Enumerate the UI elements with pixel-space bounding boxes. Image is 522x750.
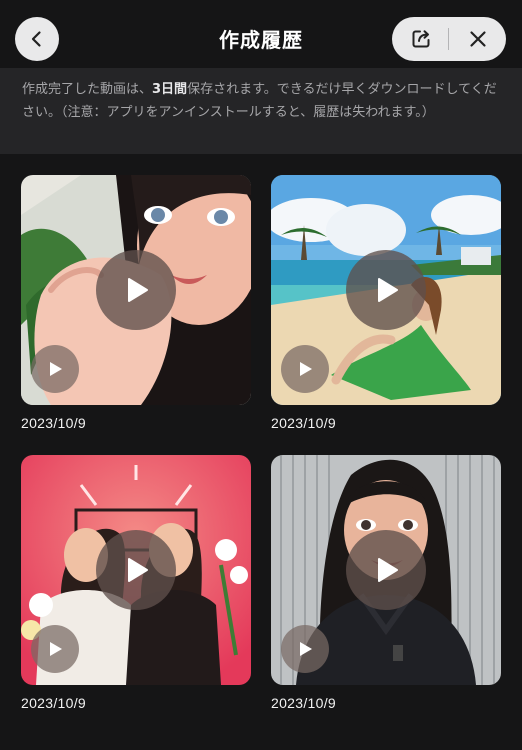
play-icon: [378, 558, 398, 582]
video-thumbnail[interactable]: [21, 455, 251, 685]
preview-play-button[interactable]: [31, 345, 79, 393]
play-icon: [50, 362, 62, 376]
notice-text-prefix: 作成完了した動画は、: [22, 82, 153, 97]
play-button[interactable]: [346, 250, 426, 330]
history-card: 2023/10/9: [271, 455, 501, 711]
play-icon: [128, 558, 148, 582]
play-icon: [50, 642, 62, 656]
preview-play-button[interactable]: [281, 625, 329, 673]
video-thumbnail[interactable]: [271, 175, 501, 405]
notice-highlight: 3日間: [152, 82, 188, 97]
preview-play-button[interactable]: [31, 625, 79, 673]
history-card: 2023/10/9: [21, 175, 251, 431]
video-thumbnail[interactable]: [21, 175, 251, 405]
close-icon: [469, 31, 486, 47]
history-card: 2023/10/9: [21, 455, 251, 711]
creation-date: 2023/10/9: [21, 415, 86, 431]
play-button[interactable]: [96, 530, 176, 610]
creation-date: 2023/10/9: [271, 695, 336, 711]
play-icon: [300, 642, 312, 656]
retention-notice: 作成完了した動画は、3日間保存されます。できるだけ早くダウンロードしてください。…: [0, 68, 522, 154]
action-pill: [392, 17, 506, 61]
header-bar: 作成履歴: [0, 0, 522, 76]
close-button[interactable]: [449, 17, 506, 61]
history-card: 2023/10/9: [271, 175, 501, 431]
play-button[interactable]: [346, 530, 426, 610]
play-icon: [378, 278, 398, 302]
play-icon: [300, 362, 312, 376]
creation-date: 2023/10/9: [271, 415, 336, 431]
share-icon: [412, 30, 429, 48]
creation-date: 2023/10/9: [21, 695, 86, 711]
share-button[interactable]: [392, 17, 449, 61]
preview-play-button[interactable]: [281, 345, 329, 393]
video-thumbnail[interactable]: [271, 455, 501, 685]
play-icon: [128, 278, 148, 302]
play-button[interactable]: [96, 250, 176, 330]
